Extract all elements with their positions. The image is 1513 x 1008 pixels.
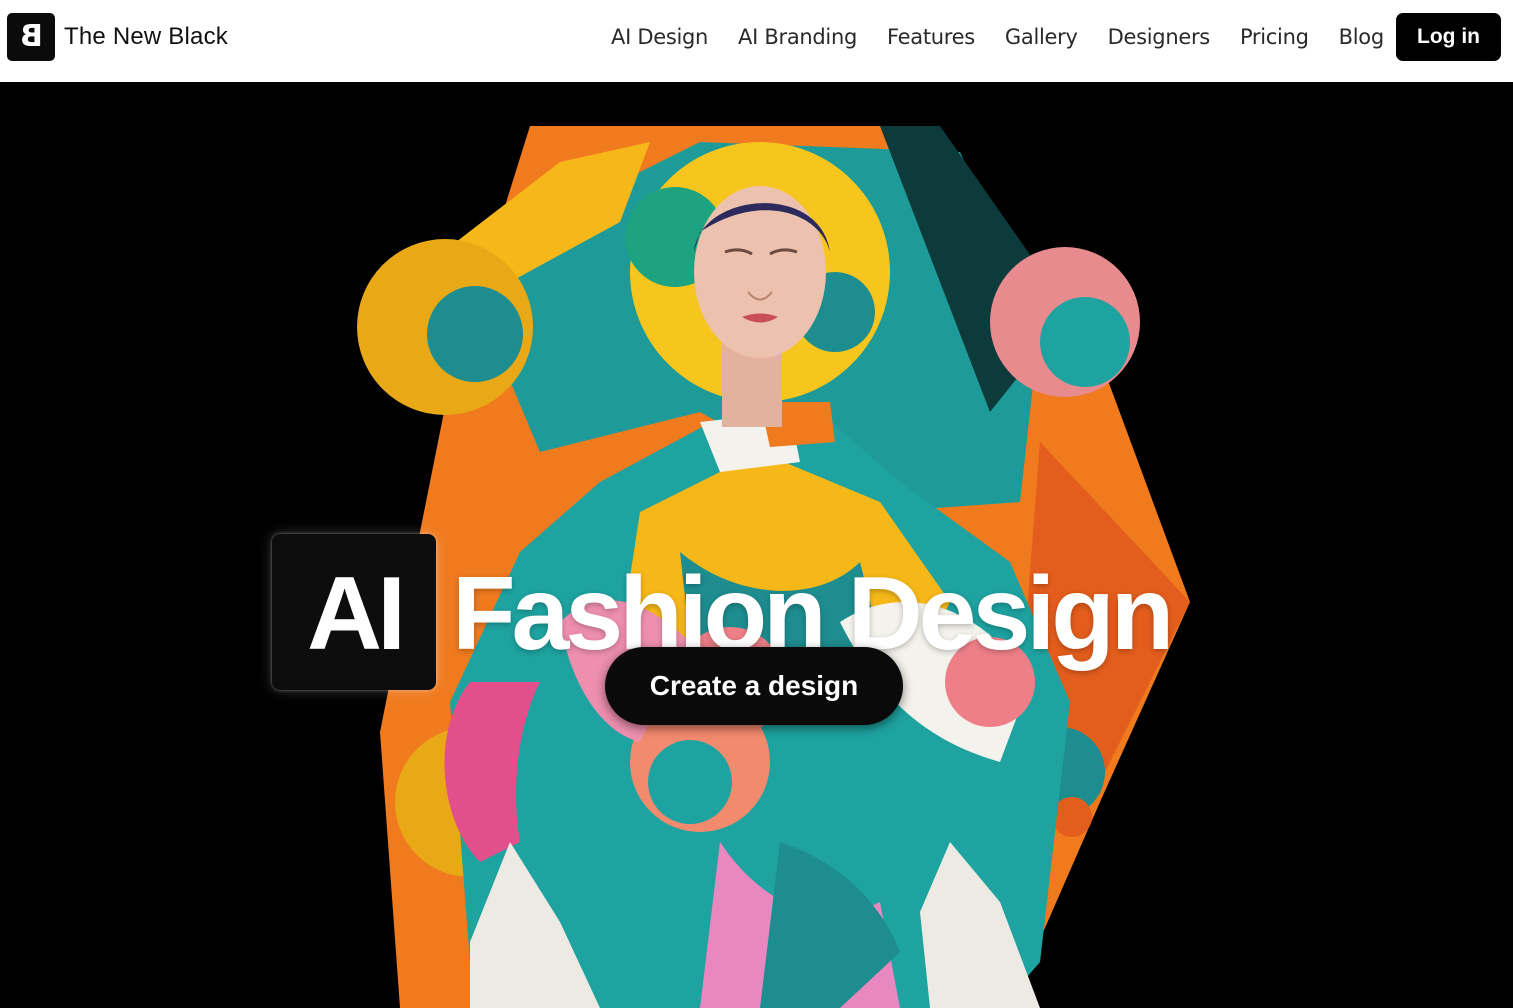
- site-header: B The New Black AI Design AI Branding Fe…: [0, 0, 1513, 82]
- logo-letter: B: [19, 19, 43, 54]
- nav-ai-branding[interactable]: AI Branding: [738, 25, 857, 49]
- headline-ai-badge: AI: [272, 534, 436, 690]
- nav-gallery[interactable]: Gallery: [1005, 25, 1078, 49]
- nav-pricing[interactable]: Pricing: [1240, 25, 1309, 49]
- nav-features[interactable]: Features: [887, 25, 975, 49]
- create-design-button[interactable]: Create a design: [605, 647, 903, 725]
- nav-blog[interactable]: Blog: [1339, 25, 1385, 49]
- logo-icon: B: [7, 13, 55, 61]
- nav-designers[interactable]: Designers: [1108, 25, 1211, 49]
- main-nav: AI Design AI Branding Features Gallery D…: [611, 0, 1414, 74]
- headline-ai-text: AI: [307, 556, 406, 672]
- nav-ai-design[interactable]: AI Design: [611, 25, 708, 49]
- brand-link[interactable]: B The New Black: [7, 13, 228, 61]
- login-button[interactable]: Log in: [1396, 13, 1501, 61]
- hero-section: AI Fashion Design Create a design: [0, 82, 1513, 1008]
- brand-name: The New Black: [64, 23, 228, 50]
